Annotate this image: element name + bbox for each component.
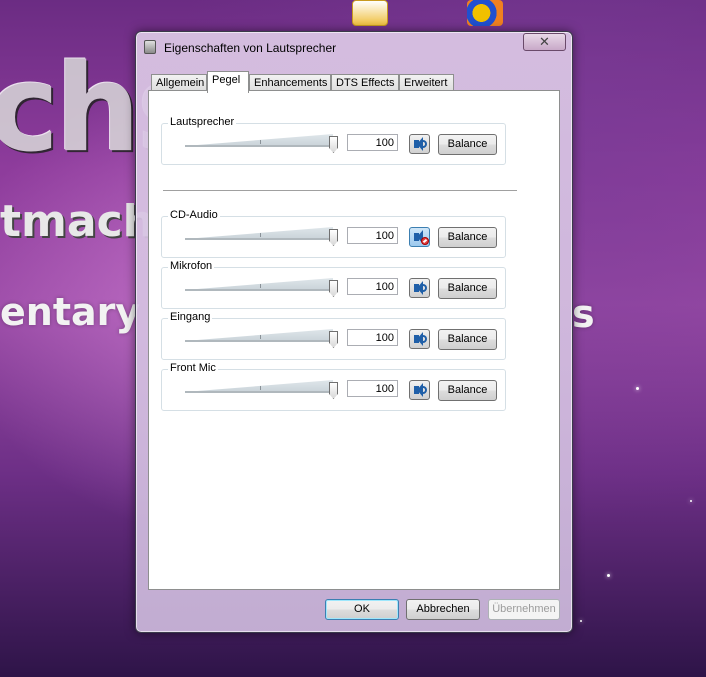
channel-label: CD-Audio (168, 209, 220, 221)
channel-label: Mikrofon (168, 260, 215, 272)
balance-button[interactable]: Balance (438, 329, 497, 350)
balance-button[interactable]: Balance (438, 380, 497, 401)
wallpaper-star (690, 500, 692, 502)
volume-value-field[interactable]: 100 (347, 278, 398, 295)
volume-slider[interactable] (185, 134, 338, 153)
channel-group-eingang: Eingang 100 Balance (161, 311, 506, 360)
tab-panel-pegel: Lautsprecher 100 Balance CD-Audio 100 Ba… (148, 90, 560, 590)
balance-button[interactable]: Balance (438, 227, 497, 248)
cancel-button[interactable]: Abbrechen (406, 599, 480, 620)
volume-value-field[interactable]: 100 (347, 380, 398, 397)
volume-slider[interactable] (185, 380, 338, 399)
channel-group-lautsprecher: Lautsprecher 100 Balance (161, 116, 506, 165)
slider-thumb[interactable] (329, 382, 338, 399)
tab-pegel[interactable]: Pegel (207, 71, 249, 93)
apply-button[interactable]: Übernehmen (488, 599, 560, 620)
volume-slider[interactable] (185, 329, 338, 348)
mute-toggle-button[interactable] (409, 329, 430, 349)
channel-label: Eingang (168, 311, 213, 323)
channel-label: Lautsprecher (168, 116, 237, 128)
mute-toggle-button[interactable] (409, 278, 430, 298)
title-bar[interactable]: Eigenschaften von Lautsprecher ✕ (136, 32, 572, 60)
channel-group-cd-audio: CD-Audio 100 Balance (161, 209, 506, 258)
ok-button[interactable]: OK (325, 599, 399, 620)
volume-value-field[interactable]: 100 (347, 329, 398, 346)
wallpaper-star (607, 574, 610, 577)
wallpaper-star (636, 387, 639, 390)
desktop-shortcut-icon[interactable] (352, 0, 388, 26)
close-button[interactable]: ✕ (523, 33, 566, 51)
balance-button[interactable]: Balance (438, 278, 497, 299)
channel-group-front-mic: Front Mic 100 Balance (161, 362, 506, 411)
mute-toggle-button[interactable] (409, 134, 430, 154)
slider-thumb[interactable] (329, 331, 338, 348)
channel-group-mikrofon: Mikrofon 100 Balance (161, 260, 506, 309)
volume-slider[interactable] (185, 278, 338, 297)
balance-button[interactable]: Balance (438, 134, 497, 155)
volume-value-field[interactable]: 100 (347, 134, 398, 151)
slider-thumb[interactable] (329, 229, 338, 246)
wallpaper-text: s (572, 292, 595, 336)
slider-thumb[interactable] (329, 280, 338, 297)
mute-toggle-button[interactable] (409, 227, 430, 247)
volume-value-field[interactable]: 100 (347, 227, 398, 244)
slider-thumb[interactable] (329, 136, 338, 153)
volume-slider[interactable] (185, 227, 338, 246)
sound-properties-dialog: Eigenschaften von Lautsprecher ✕ Allgeme… (135, 31, 573, 633)
speaker-properties-icon (144, 40, 156, 54)
desktop-shortcut-icon[interactable] (467, 0, 503, 26)
mute-toggle-button[interactable] (409, 380, 430, 400)
channel-label: Front Mic (168, 362, 218, 374)
wallpaper-text: entary (0, 290, 141, 334)
wallpaper-star (580, 620, 582, 622)
window-title: Eigenschaften von Lautsprecher (164, 41, 337, 55)
separator (163, 190, 517, 191)
